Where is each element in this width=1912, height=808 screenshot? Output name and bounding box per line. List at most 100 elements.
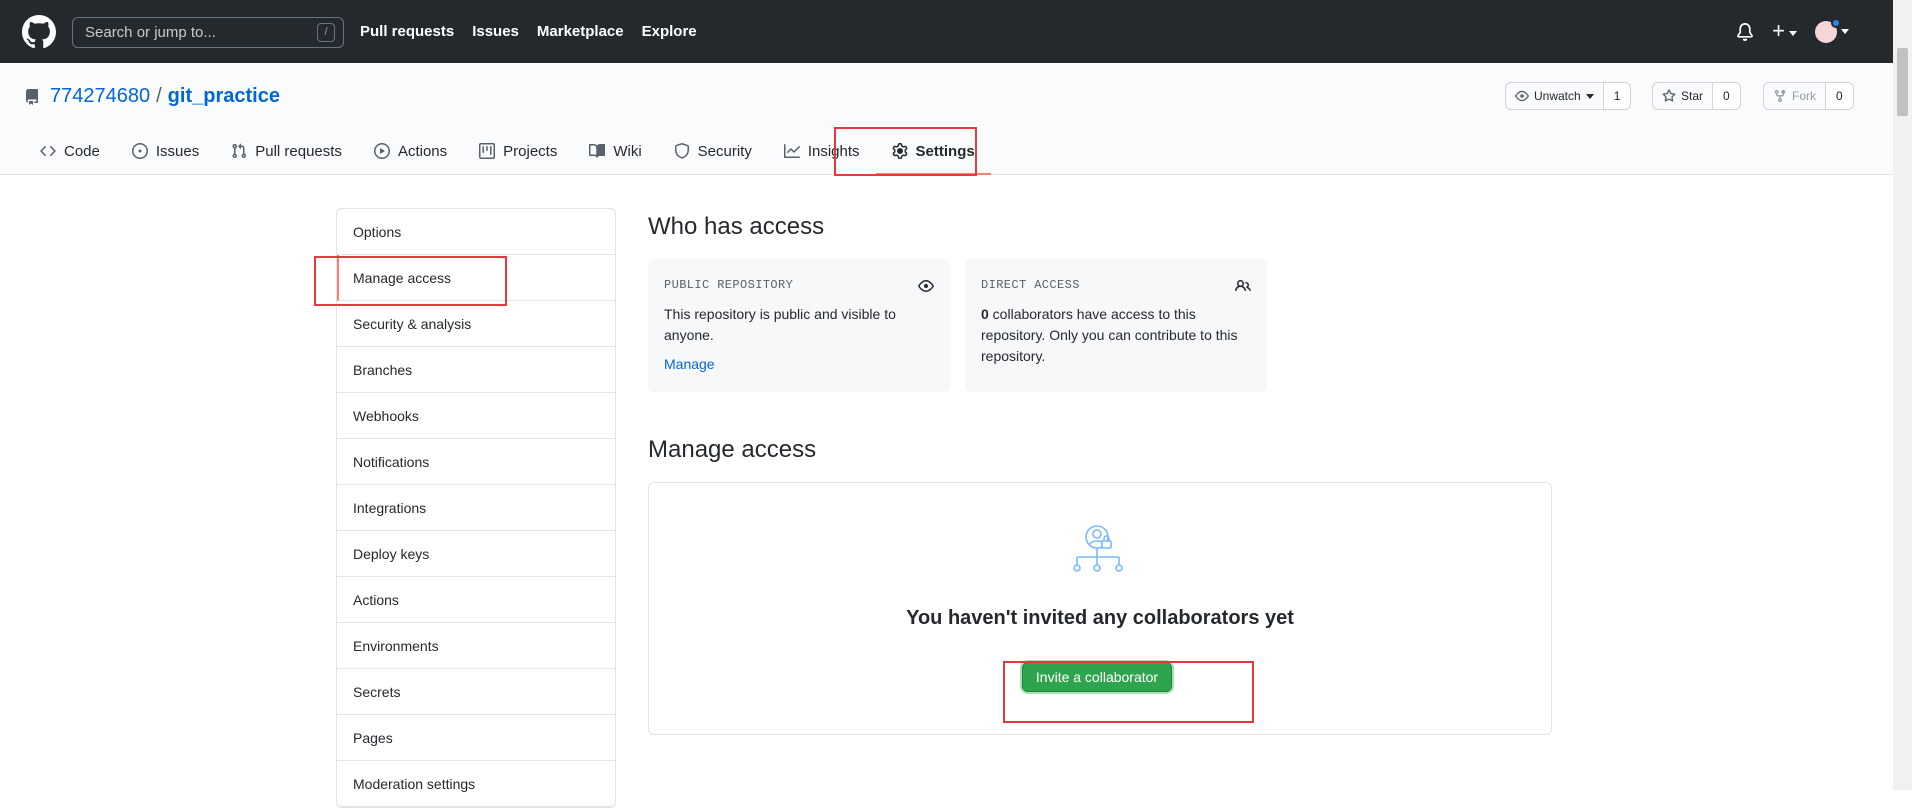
fork-count[interactable]: 0 (1826, 82, 1854, 110)
sidebar-item-moderation-settings[interactable]: Moderation settings (337, 761, 615, 807)
tab-label: Insights (807, 142, 860, 160)
tab-insights[interactable]: Insights (768, 127, 876, 175)
tab-actions[interactable]: Actions (358, 127, 463, 175)
star-count[interactable]: 0 (1713, 82, 1741, 110)
issue-icon (131, 143, 148, 159)
header-actions: + (1736, 0, 1849, 63)
sidebar-item-secrets[interactable]: Secrets (337, 669, 615, 715)
nav-issues[interactable]: Issues (472, 23, 519, 40)
repo-separator: / (156, 85, 162, 107)
global-header: Search or jump to... / Pull requests Iss… (0, 0, 1893, 63)
repo-name-link[interactable]: git_practice (168, 85, 280, 108)
tab-label: Settings (915, 142, 975, 160)
play-icon (373, 143, 390, 159)
code-icon (40, 145, 56, 157)
tab-label: Wiki (613, 142, 642, 160)
sidebar-item-deploy-keys[interactable]: Deploy keys (337, 531, 615, 577)
search-input[interactable]: Search or jump to... / (72, 17, 344, 48)
empty-state-title: You haven't invited any collaborators ye… (906, 607, 1294, 629)
repo-icon (25, 88, 38, 105)
sidebar-item-actions[interactable]: Actions (337, 577, 615, 623)
sidebar-item-security-analysis[interactable]: Security & analysis (337, 301, 615, 347)
sidebar-item-pages[interactable]: Pages (337, 715, 615, 761)
card-heading: DIRECT ACCESS (981, 278, 1080, 292)
sidebar-item-notifications[interactable]: Notifications (337, 439, 615, 485)
chevron-down-icon (1585, 93, 1594, 99)
tab-label: Issues (155, 142, 200, 160)
github-logo-icon[interactable] (22, 15, 56, 49)
gear-icon (892, 143, 907, 159)
public-repository-text: This repository is public and visible to… (664, 306, 896, 343)
tab-label: Pull requests (255, 142, 342, 160)
sidebar-item-integrations[interactable]: Integrations (337, 485, 615, 531)
sidebar-item-environments[interactable]: Environments (337, 623, 615, 669)
manage-link[interactable]: Manage (664, 354, 715, 375)
tab-label: Code (64, 142, 100, 160)
project-icon (479, 143, 496, 159)
chevron-down-icon (1789, 30, 1797, 36)
fork-button[interactable]: Fork (1763, 82, 1826, 110)
plus-icon: + (1772, 17, 1785, 43)
watch-group: Unwatch 1 (1505, 82, 1632, 110)
search-placeholder: Search or jump to... (85, 24, 216, 41)
fork-group: Fork 0 (1763, 82, 1854, 110)
tab-code[interactable]: Code (24, 127, 116, 175)
create-new-menu[interactable]: + (1772, 17, 1797, 43)
nav-explore[interactable]: Explore (642, 23, 697, 40)
tab-settings[interactable]: Settings (875, 127, 991, 175)
global-nav: Pull requests Issues Marketplace Explore (360, 0, 697, 63)
shield-icon (674, 143, 689, 159)
people-icon (1235, 279, 1251, 291)
card-heading: PUBLIC REPOSITORY (664, 278, 794, 292)
fork-label: Fork (1792, 89, 1816, 103)
eye-icon (1515, 90, 1529, 102)
search-shortcut-key: / (317, 23, 335, 42)
scrollbar-thumb[interactable] (1897, 48, 1908, 116)
sidebar-item-webhooks[interactable]: Webhooks (337, 393, 615, 439)
manage-access-title: Manage access (648, 436, 817, 463)
bell-icon[interactable] (1736, 22, 1754, 41)
direct-access-card: DIRECT ACCESS 0 collaborators have acces… (965, 259, 1267, 392)
tab-label: Projects (503, 142, 558, 160)
public-repository-card: PUBLIC REPOSITORY This repository is pub… (648, 259, 950, 392)
pull-request-icon (232, 143, 247, 159)
direct-access-description: collaborators have access to this reposi… (981, 306, 1238, 364)
eye-icon (918, 279, 934, 292)
graph-icon (783, 144, 800, 158)
sidebar-item-manage-access[interactable]: Manage access (337, 255, 615, 301)
tab-issues[interactable]: Issues (116, 127, 215, 175)
repo-header: 774274680 / git_practice Unwatch 1 Star … (0, 63, 1893, 175)
nav-pull-requests[interactable]: Pull requests (360, 23, 454, 40)
collaborator-count: 0 (981, 306, 989, 322)
settings-sidebar: Options Manage access Security & analysi… (336, 208, 616, 808)
tab-security[interactable]: Security (658, 127, 768, 175)
unwatch-button[interactable]: Unwatch (1505, 82, 1604, 110)
collaborators-empty-state: You haven't invited any collaborators ye… (648, 482, 1552, 735)
direct-access-text: 0 collaborators have access to this repo… (981, 304, 1251, 367)
invite-collaborator-button[interactable]: Invite a collaborator (1022, 662, 1172, 692)
collaborators-illustration-icon (1073, 525, 1123, 572)
avatar (1815, 17, 1841, 43)
who-has-access-title: Who has access (648, 213, 825, 240)
tab-label: Actions (397, 142, 448, 160)
user-menu[interactable] (1815, 17, 1849, 43)
tab-label: Security (697, 142, 752, 160)
tab-wiki[interactable]: Wiki (573, 127, 657, 175)
nav-marketplace[interactable]: Marketplace (537, 23, 624, 40)
repo-tabs: Code Issues Pull requests Actions Projec… (24, 127, 991, 175)
star-button[interactable]: Star (1652, 82, 1714, 110)
sidebar-item-branches[interactable]: Branches (337, 347, 615, 393)
repo-title: 774274680 / git_practice (24, 85, 280, 108)
star-group: Star 0 (1652, 82, 1741, 110)
chevron-down-icon (1841, 29, 1849, 34)
repo-owner-link[interactable]: 774274680 (50, 85, 150, 108)
unwatch-label: Unwatch (1534, 89, 1581, 103)
star-label: Star (1681, 89, 1704, 103)
tab-projects[interactable]: Projects (463, 127, 573, 175)
tab-pull-requests[interactable]: Pull requests (215, 127, 358, 175)
page-scrollbar[interactable] (1893, 0, 1912, 790)
notification-dot-icon (1831, 17, 1841, 28)
sidebar-item-options[interactable]: Options (337, 209, 615, 255)
watch-count[interactable]: 1 (1603, 82, 1632, 110)
fork-icon (1774, 89, 1786, 103)
